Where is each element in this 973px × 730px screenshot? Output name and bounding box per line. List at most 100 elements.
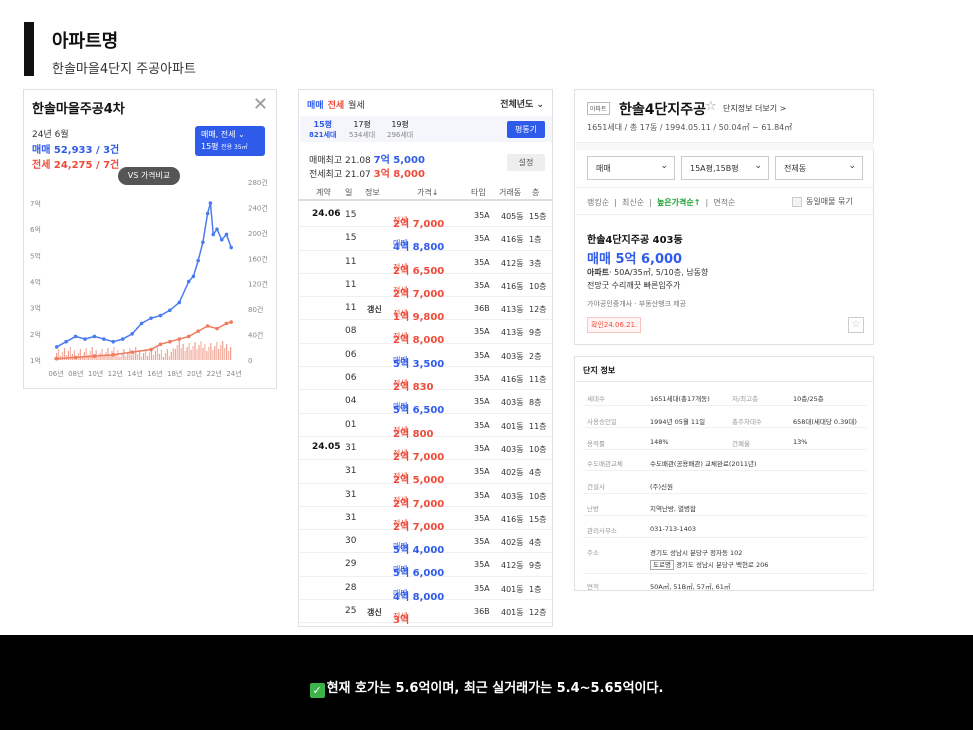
info-value: 50A㎡, 51B㎡, 57㎡, 61㎡ [650, 583, 731, 591]
cell-floor: 10층 [529, 281, 547, 291]
data-point [158, 342, 163, 347]
cell-type: 35A [474, 374, 490, 384]
cell-day: 25 [345, 606, 357, 617]
transaction-rows: 24.06 15 전세 2억 7,000 35A 405동 15층 15 매매 4억 8,80… [299, 204, 552, 626]
cell-building: 402동 [501, 468, 524, 478]
volume-bar [158, 354, 161, 360]
cell-floor: 12층 [529, 305, 547, 315]
data-point [186, 279, 191, 284]
size-option-15[interactable]: 15평 821세대 [309, 120, 337, 140]
volume-bar [202, 348, 204, 360]
col-floor[interactable]: 층 [532, 187, 539, 198]
size-option-19[interactable]: 19평 296세대 [387, 120, 413, 140]
settings-button[interactable]: 설정 [507, 154, 545, 171]
year-select-label: 전체년도 [500, 100, 534, 110]
col-building[interactable]: 거래동 [499, 187, 521, 198]
complex-info-link[interactable]: 단지정보 더보기 > [723, 103, 786, 114]
cell-type: 35A [474, 513, 490, 523]
sort-price-high[interactable]: 높은가격순↑ [657, 198, 701, 207]
highest-jeonse-date: 21.07 [345, 170, 371, 180]
volume-bar [192, 346, 194, 360]
info-value: (주)신원 [650, 483, 674, 491]
row-divider [583, 427, 867, 428]
cell-floor: 1층 [529, 584, 542, 594]
cell-building: 402동 [501, 538, 524, 548]
y-tick-right: 80건 [248, 305, 263, 314]
col-price[interactable]: 가격↓ [417, 187, 438, 198]
row-divider [583, 537, 867, 538]
cell-type: 35A [474, 397, 490, 407]
tab-jeonse[interactable]: 전세 [328, 101, 345, 111]
col-day[interactable]: 일 [345, 187, 352, 198]
data-point [73, 355, 78, 360]
cell-building: 403동 [501, 491, 524, 501]
cell-floor: 4층 [529, 538, 542, 548]
sort-latest[interactable]: 최신순 [622, 198, 644, 207]
info-key: 세대수 [587, 395, 605, 403]
sort-area[interactable]: 면적순 [713, 198, 735, 207]
cell-contract: 24.06 [312, 209, 341, 219]
y-tick-right: 120건 [248, 280, 268, 289]
trade-select[interactable]: 매매 ⌄ [587, 156, 675, 180]
volume-bar [220, 345, 222, 360]
data-point [229, 245, 233, 250]
volume-bar [166, 349, 168, 360]
year-select[interactable]: 전체년도 ⌄ [500, 97, 544, 110]
listing-name[interactable]: 한솔4단지주공 403동 [587, 231, 683, 246]
tab-monthly[interactable]: 월세 [348, 101, 365, 111]
cell-floor: 8층 [529, 398, 542, 408]
cell-day: 06 [345, 349, 357, 360]
star-icon[interactable]: ☆ [848, 317, 864, 333]
check-icon: ✓ [309, 683, 325, 698]
cell-day: 11 [345, 256, 357, 267]
cell-building: 412동 [501, 561, 524, 571]
cell-day: 11 [345, 303, 357, 314]
cell-building: 413동 [501, 328, 524, 338]
volume-bar [137, 354, 139, 360]
cell-floor: 10층 [529, 491, 547, 501]
group-listings-checkbox[interactable]: 동일매물 묶기 [792, 196, 853, 207]
data-point [196, 258, 200, 263]
data-point [111, 352, 116, 357]
volume-bar [154, 351, 157, 360]
size-filter-button[interactable]: 평통기 [507, 121, 545, 138]
star-icon[interactable]: ☆ [705, 99, 717, 114]
table-row: 24.06 15 전세 2억 7,000 35A 405동 15층 [299, 204, 552, 230]
cell-type: 35A [474, 467, 490, 477]
col-contract[interactable]: 계약 [316, 187, 331, 198]
data-point [215, 227, 219, 232]
col-type[interactable]: 타입 [471, 187, 486, 198]
table-row: 28 매매 4억 8,000 35A 401동 1층 [299, 577, 552, 603]
info-value: 10층/25층 [793, 395, 824, 403]
table-row: 11 갱신 전세 1억 9,800 36B 413동 12층 [299, 297, 552, 323]
row-divider [583, 493, 867, 494]
cell-day: 06 [345, 373, 357, 384]
tab-sale[interactable]: 매매 [307, 101, 324, 111]
y-tick-right: 280건 [248, 178, 268, 187]
title-bar-accent [24, 22, 34, 76]
chevron-down-icon: ⌄ [660, 161, 668, 171]
cell-floor: 11층 [529, 375, 547, 385]
size-option-17[interactable]: 17평 534세대 [349, 120, 375, 140]
cell-type: 35A [474, 280, 490, 290]
volume-bar [135, 347, 137, 360]
cell-floor: 10층 [529, 444, 547, 454]
cell-day: 31 [345, 442, 357, 453]
size-select[interactable]: 15A평,15B평 ⌄ [681, 156, 769, 180]
volume-bar [99, 353, 101, 360]
data-point [54, 345, 59, 349]
y-tick-left: 7억 [30, 200, 41, 208]
volume-bar [188, 343, 190, 360]
x-tick: 16년 [147, 369, 162, 378]
sort-ranking[interactable]: 랭킹순 [587, 198, 609, 207]
col-info[interactable]: 정보 [365, 187, 380, 198]
trade-tabs: 매매 전세 월세 [307, 98, 369, 111]
data-point [92, 354, 97, 358]
page-subtitle: 한솔마을4단지 주공아파트 [52, 62, 196, 77]
y-tick-left: 5억 [30, 252, 41, 260]
building-select[interactable]: 전체동 ⌄ [775, 156, 863, 180]
cell-building: 403동 [501, 351, 524, 361]
cell-type: 35A [474, 257, 490, 267]
x-tick: 06년 [48, 369, 63, 378]
volume-bar [85, 348, 87, 360]
